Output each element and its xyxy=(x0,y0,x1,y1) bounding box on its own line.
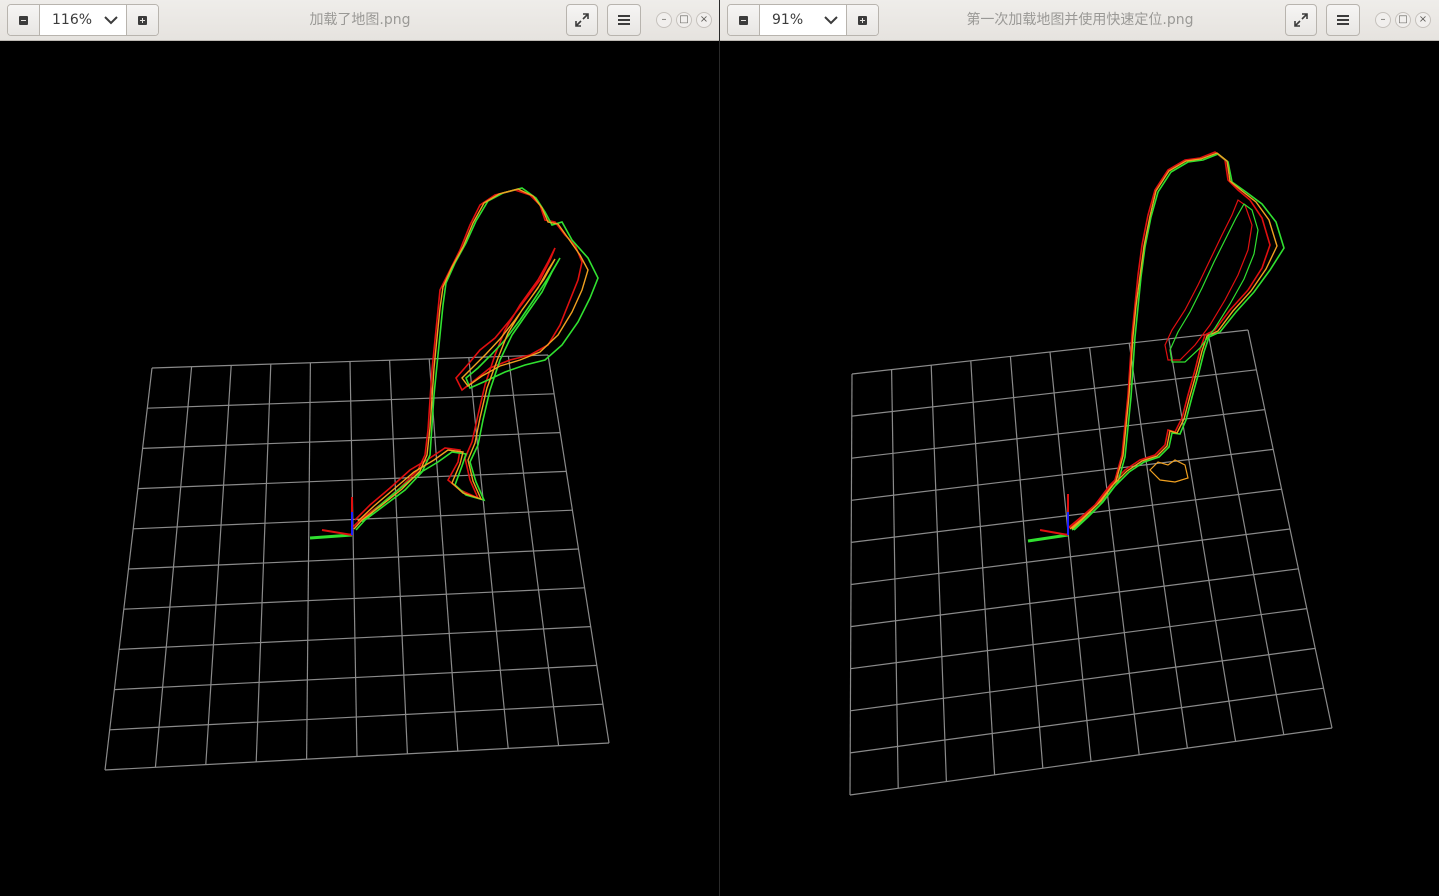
zoom-level-value: 91% xyxy=(772,12,804,28)
close-button[interactable]: × xyxy=(696,12,712,28)
grid-line xyxy=(468,357,509,749)
header-bar: 91% 第一次加载地图并使用快速定位.png – □ × xyxy=(720,0,1439,41)
maximize-button[interactable]: □ xyxy=(1395,12,1411,28)
grid-line xyxy=(507,356,560,746)
image-canvas xyxy=(849,151,1333,796)
zoom-in-icon xyxy=(858,15,867,25)
chevron-down-icon xyxy=(104,16,118,25)
hamburger-menu-icon xyxy=(618,14,630,26)
close-button[interactable]: × xyxy=(1415,12,1431,28)
grid-line xyxy=(547,354,610,744)
grid-line xyxy=(1089,347,1140,755)
chevron-down-icon xyxy=(824,16,838,25)
minimize-button[interactable]: – xyxy=(1375,12,1391,28)
fullscreen-icon xyxy=(575,13,589,27)
fullscreen-button[interactable] xyxy=(1285,4,1317,36)
left-image-viewer-window: 116% 加载了地图.png – □ × xyxy=(0,0,719,896)
zoom-out-button[interactable] xyxy=(728,5,760,35)
grid-line xyxy=(1168,338,1237,742)
trajectory-paths xyxy=(1067,151,1285,531)
header-bar: 116% 加载了地图.png – □ × xyxy=(0,0,719,41)
grid-line xyxy=(1207,334,1285,735)
image-canvas xyxy=(104,187,610,771)
grid-line xyxy=(849,727,1333,796)
fullscreen-icon xyxy=(1294,13,1308,27)
menu-button[interactable] xyxy=(1326,4,1360,36)
zoom-in-icon xyxy=(138,15,147,25)
zoom-out-icon xyxy=(739,15,748,25)
grid-line xyxy=(850,647,1316,712)
right-image-viewer-window: 91% 第一次加载地图并使用快速定位.png – □ × xyxy=(720,0,1439,896)
grid-line xyxy=(1128,343,1188,749)
zoom-control: 116% xyxy=(7,4,159,36)
origin-axes xyxy=(309,497,353,540)
ground-grid xyxy=(849,329,1333,796)
zoom-in-button[interactable] xyxy=(126,5,158,35)
zoom-level-field[interactable]: 91% xyxy=(760,5,846,35)
hamburger-menu-icon xyxy=(1337,14,1349,26)
minimize-button[interactable]: – xyxy=(656,12,672,28)
grid-line xyxy=(850,528,1291,586)
zoom-in-button[interactable] xyxy=(846,5,878,35)
zoom-level-field[interactable]: 116% xyxy=(40,5,126,35)
grid-line xyxy=(1247,329,1333,729)
grid-line xyxy=(850,568,1299,628)
menu-button[interactable] xyxy=(607,4,641,36)
zoom-out-button[interactable] xyxy=(8,5,40,35)
grid-line xyxy=(850,687,1324,754)
window-title: 第一次加载地图并使用快速定位.png xyxy=(966,12,1194,28)
fullscreen-button[interactable] xyxy=(566,4,598,36)
window-title: 加载了地图.png xyxy=(309,12,411,28)
zoom-out-icon xyxy=(19,15,28,25)
ground-grid xyxy=(104,354,610,771)
zoom-control: 91% xyxy=(727,4,879,36)
maximize-button[interactable]: □ xyxy=(676,12,692,28)
zoom-level-value: 116% xyxy=(52,12,93,28)
